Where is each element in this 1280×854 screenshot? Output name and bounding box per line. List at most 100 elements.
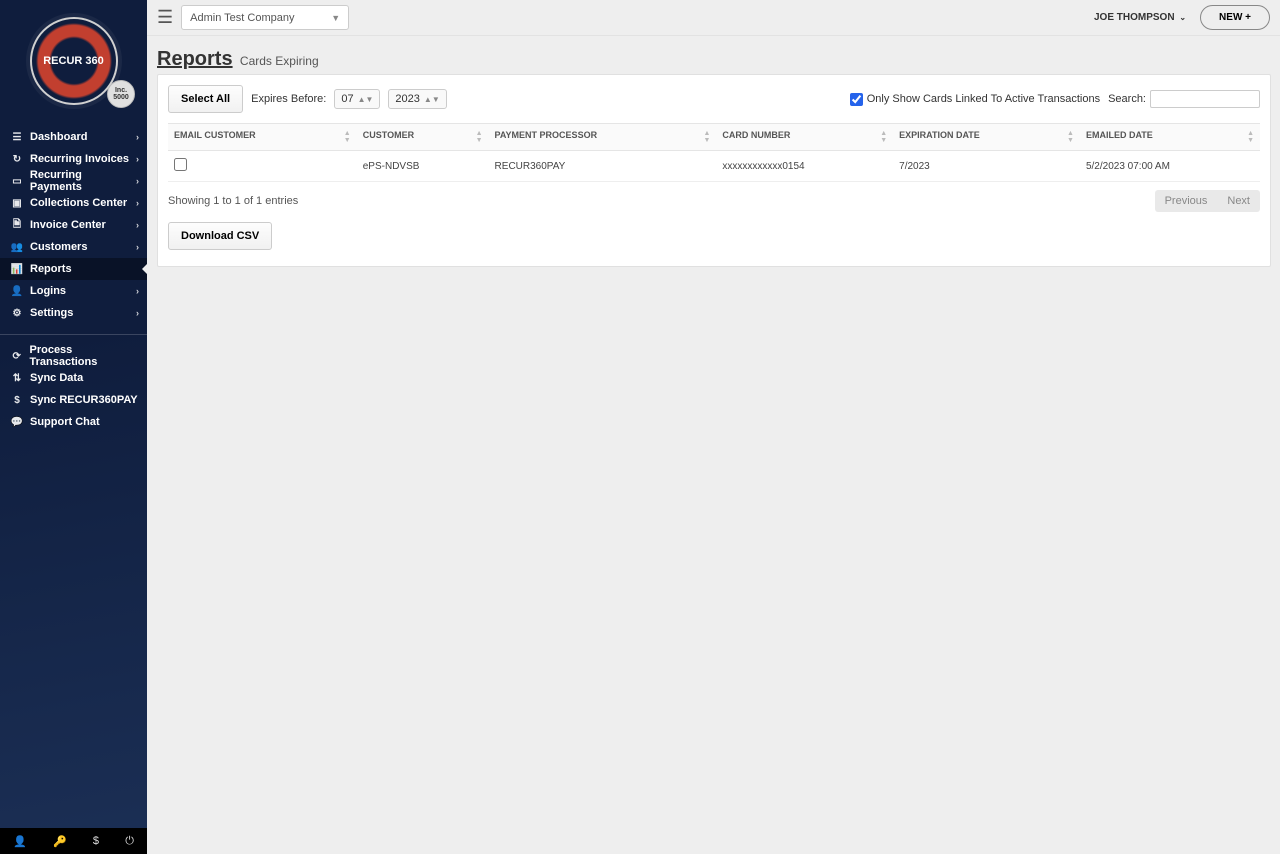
search-input[interactable]: [1150, 90, 1260, 108]
row-checkbox[interactable]: [174, 158, 187, 171]
sidebar-item-label: Reports: [30, 263, 72, 275]
sidebar-item-label: Settings: [30, 307, 73, 319]
sidebar-item-label: Logins: [30, 285, 66, 297]
sidebar-item-sync-recur360pay[interactable]: $Sync RECUR360PAY: [0, 389, 147, 411]
col-label: EMAIL CUSTOMER: [174, 130, 256, 140]
topbar-right: JOE THOMPSON ⌄ NEW +: [1094, 5, 1270, 30]
sidebar-item-customers[interactable]: 👥Customers›: [0, 236, 147, 258]
nav-icon: 💬: [10, 417, 24, 428]
logo-circle: RECUR 360: [30, 17, 118, 105]
nav-icon: ☰: [10, 132, 24, 143]
sort-icon: ▲▼: [1247, 130, 1254, 144]
nav-main: ☰Dashboard›↻Recurring Invoices›▭Recurrin…: [0, 126, 147, 324]
cell-exp: 7/2023: [893, 151, 1080, 182]
sort-icon: ▲▼: [880, 130, 887, 144]
sidebar-item-label: Collections Center: [30, 197, 127, 209]
sidebar-item-settings[interactable]: ⚙ Settings ›: [0, 302, 147, 324]
nav-icon: ⚙: [10, 308, 24, 319]
page-subtitle: Cards Expiring: [240, 54, 319, 68]
col-label: CARD NUMBER: [722, 130, 790, 140]
chevron-right-icon: ›: [136, 308, 139, 318]
col-email[interactable]: EMAIL CUSTOMER▲▼: [168, 124, 357, 151]
sidebar-item-label: Sync Data: [30, 372, 83, 384]
logo-text: RECUR 360: [43, 55, 104, 67]
company-select[interactable]: Admin Test Company ▼: [181, 5, 349, 30]
nav-icon: ⟳: [10, 351, 23, 362]
footer-power-icon[interactable]: ⏻: [125, 835, 134, 848]
col-label: PAYMENT PROCESSOR: [495, 130, 598, 140]
nav-icon: 👥: [10, 242, 24, 253]
expires-month-value: 07: [341, 93, 353, 105]
sort-icon: ▲▼: [1067, 130, 1074, 144]
nav-icon: ⇅: [10, 373, 24, 384]
col-card[interactable]: CARD NUMBER ▲▼: [716, 124, 893, 151]
col-processor[interactable]: PAYMENT PROCESSOR▲▼: [489, 124, 717, 151]
col-label: EMAILED DATE: [1086, 130, 1153, 140]
nav-icon: 👤: [10, 286, 24, 297]
chevron-right-icon: ›: [136, 220, 139, 230]
logo-badge: Inc. 5000: [107, 80, 135, 108]
sidebar-item-invoice-center[interactable]: 🗎 Invoice Center ›: [0, 214, 147, 236]
sidebar-item-logins[interactable]: 👤 Logins ›: [0, 280, 147, 302]
topbar: ☰ Admin Test Company ▼ JOE THOMPSON ⌄ NE…: [147, 0, 1280, 36]
sidebar-item-label: Sync RECUR360PAY: [30, 394, 138, 406]
sidebar-item-label: Support Chat: [30, 416, 100, 428]
expires-month-select[interactable]: 07 ▲▼: [334, 89, 380, 109]
footer-dollar-icon[interactable]: $: [93, 835, 99, 847]
sidebar-footer: 👤 🔑 $ ⏻: [0, 828, 147, 854]
download-row: Download CSV: [168, 222, 1260, 250]
cell-emailed: 5/2/2023 07:00 AM: [1080, 151, 1260, 182]
sidebar: RECUR 360 Inc. 5000 ☰Dashboard›↻Recurrin…: [0, 0, 147, 854]
logo: RECUR 360 Inc. 5000: [0, 0, 147, 122]
download-csv-button[interactable]: Download CSV: [168, 222, 272, 250]
nav-icon: ▭: [10, 176, 24, 187]
pager: Previous Next: [1155, 190, 1260, 212]
chevron-right-icon: ›: [136, 242, 139, 252]
sidebar-item-reports[interactable]: 📊 Reports: [0, 258, 147, 280]
chevron-right-icon: ›: [136, 286, 139, 296]
pager-previous[interactable]: Previous: [1155, 190, 1218, 212]
chevron-right-icon: ›: [136, 132, 139, 142]
sidebar-item-process-transactions[interactable]: ⟳ Process Transactions: [0, 345, 147, 367]
pager-next[interactable]: Next: [1217, 190, 1260, 212]
sidebar-item-sync-data[interactable]: ⇅ Sync Data: [0, 367, 147, 389]
sidebar-item-label: Invoice Center: [30, 219, 106, 231]
col-customer[interactable]: CUSTOMER ▲▼: [357, 124, 489, 151]
footer-user-icon[interactable]: 👤: [13, 835, 27, 848]
sort-icon: ▲▼: [476, 130, 483, 144]
user-menu[interactable]: JOE THOMPSON ⌄: [1094, 12, 1186, 23]
only-active-checkbox-wrap[interactable]: Only Show Cards Linked To Active Transac…: [850, 93, 1100, 106]
sidebar-item-support-chat[interactable]: 💬 Support Chat: [0, 411, 147, 433]
select-all-button[interactable]: Select All: [168, 85, 243, 113]
only-active-checkbox[interactable]: [850, 93, 863, 106]
expires-year-value: 2023: [395, 93, 419, 105]
col-label: CUSTOMER: [363, 130, 414, 140]
cell-processor: RECUR360PAY: [489, 151, 717, 182]
footer-key-icon[interactable]: 🔑: [53, 835, 67, 848]
table-body: ePS-NDVSBRECUR360PAYxxxxxxxxxxxx01547/20…: [168, 151, 1260, 182]
hamburger-icon[interactable]: ☰: [157, 7, 173, 28]
chevron-right-icon: ›: [136, 176, 139, 186]
sidebar-item-label: Process Transactions: [29, 344, 139, 368]
nav-divider: [0, 334, 147, 335]
new-button[interactable]: NEW +: [1200, 5, 1270, 30]
cell-customer: ePS-NDVSB: [357, 151, 489, 182]
toolbar: Select All Expires Before: 07 ▲▼ 2023 ▲▼…: [168, 85, 1260, 113]
nav-icon: 📊: [10, 264, 24, 275]
col-label: EXPIRATION DATE: [899, 130, 980, 140]
col-exp[interactable]: EXPIRATION DATE ▲▼: [893, 124, 1080, 151]
nav-secondary: ⟳ Process Transactions ⇅ Sync Data $Sync REC…: [0, 345, 147, 433]
page-title: Reports: [157, 48, 233, 70]
expires-before-label: Expires Before:: [251, 93, 326, 105]
sidebar-item-recurring-invoices[interactable]: ↻Recurring Invoices›: [0, 148, 147, 170]
chevron-right-icon: ›: [136, 154, 139, 164]
only-active-label: Only Show Cards Linked To Active Transac…: [867, 93, 1100, 105]
sidebar-item-collections-center[interactable]: ▣Collections Center›: [0, 192, 147, 214]
stepper-icon: ▲▼: [424, 95, 440, 104]
expires-year-select[interactable]: 2023 ▲▼: [388, 89, 446, 109]
col-emailed[interactable]: EMAILED DATE ▲▼: [1080, 124, 1260, 151]
sidebar-item-dashboard[interactable]: ☰Dashboard›: [0, 126, 147, 148]
nav-icon: 🗎: [10, 217, 24, 234]
cell-card: xxxxxxxxxxxx0154: [716, 151, 893, 182]
sidebar-item-recurring-payments[interactable]: ▭Recurring Payments›: [0, 170, 147, 192]
